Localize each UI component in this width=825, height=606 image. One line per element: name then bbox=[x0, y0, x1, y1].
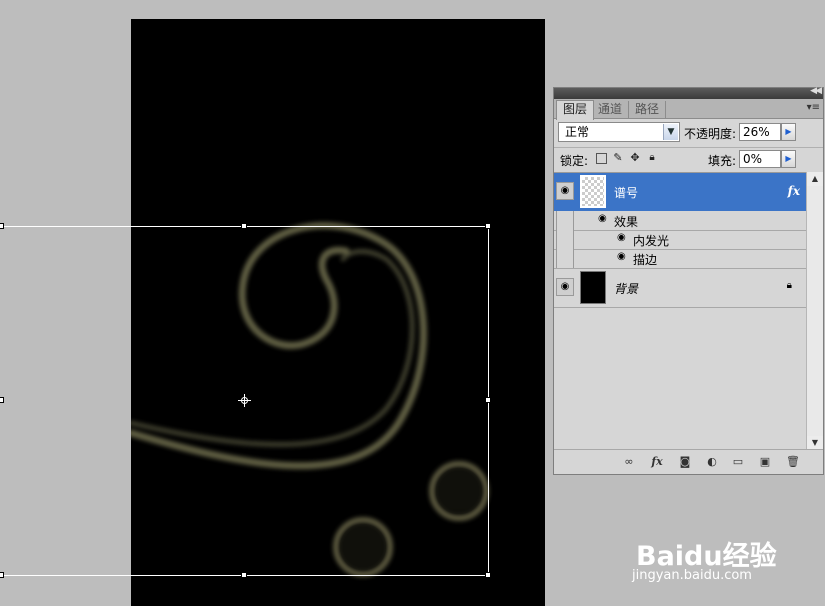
panel-divider bbox=[554, 147, 823, 148]
watermark-url: jingyan.baidu.com bbox=[632, 568, 752, 583]
opacity-label: 不透明度: bbox=[684, 127, 737, 141]
transform-handle-middle-left[interactable] bbox=[0, 397, 4, 403]
add-mask-icon[interactable]: ◙ bbox=[678, 455, 692, 468]
tab-paths[interactable]: 路径 bbox=[629, 101, 667, 118]
lock-image-pixels-icon[interactable]: ✎ bbox=[612, 152, 624, 164]
blend-row: 正常 ▼ 不透明度: 26% ▶ bbox=[558, 122, 820, 142]
fill-slider-arrow-icon[interactable]: ▶ bbox=[781, 150, 796, 168]
new-adjustment-layer-icon[interactable]: ◐ bbox=[705, 455, 719, 468]
bass-clef-artwork bbox=[131, 222, 489, 577]
lock-icon: 🔒︎ bbox=[786, 280, 792, 291]
transform-handle-bottom-left[interactable] bbox=[0, 572, 4, 578]
collapse-panel-icon[interactable]: ◀◀ bbox=[810, 86, 822, 96]
eye-slot bbox=[556, 230, 574, 249]
transform-handle-middle-right[interactable] bbox=[485, 397, 491, 403]
layers-panel: ◀◀ 图层 通道 路径 ▾≡ 正常 ▼ 不透明度: 26% ▶ 锁定: ✎ ✥ … bbox=[553, 86, 824, 475]
eye-icon[interactable]: ◉ bbox=[556, 182, 574, 200]
baidu-watermark-logo: Baidu经验 jingyan.baidu.com bbox=[630, 518, 820, 588]
effect-name: 描边 bbox=[633, 253, 658, 267]
clef-glow-group bbox=[131, 222, 489, 577]
eye-icon[interactable]: ◉ bbox=[556, 278, 574, 296]
effect-row-stroke[interactable]: ◉ 描边 bbox=[554, 249, 806, 269]
add-layer-style-icon[interactable]: fx bbox=[650, 455, 664, 468]
transform-handle-top-right[interactable] bbox=[485, 223, 491, 229]
new-layer-icon[interactable]: ▣ bbox=[758, 455, 772, 468]
new-group-icon[interactable]: ▭ bbox=[731, 455, 745, 468]
fx-icon[interactable]: fx bbox=[788, 184, 800, 198]
clef-dot-lower-fill bbox=[340, 524, 386, 570]
lock-transparent-pixels-icon[interactable] bbox=[596, 153, 607, 164]
layers-scrollbar[interactable]: ▲ ▼ bbox=[806, 172, 823, 450]
effect-name: 内发光 bbox=[633, 234, 670, 248]
tab-layers[interactable]: 图层 bbox=[556, 100, 595, 120]
layer-thumbnail bbox=[580, 271, 606, 304]
lock-label: 锁定: bbox=[560, 154, 589, 168]
transform-handle-top-center[interactable] bbox=[241, 223, 247, 229]
delete-layer-icon[interactable]: 🗑︎ bbox=[786, 455, 800, 468]
scroll-up-icon[interactable]: ▲ bbox=[807, 172, 823, 186]
eye-slot bbox=[556, 249, 574, 268]
layers-bottom-toolbar: ∞ fx ◙ ◐ ▭ ▣ 🗑︎ bbox=[554, 449, 823, 474]
clef-dot-upper-fill bbox=[436, 468, 482, 514]
transform-handle-bottom-center[interactable] bbox=[241, 572, 247, 578]
transform-pivot-icon[interactable] bbox=[238, 394, 251, 407]
fill-input[interactable]: 0% bbox=[739, 150, 781, 168]
clef-inner-stroke bbox=[131, 249, 415, 447]
layer-name[interactable]: 谱号 bbox=[614, 184, 638, 201]
panel-title-bar: ◀◀ bbox=[554, 86, 823, 99]
link-layers-icon[interactable]: ∞ bbox=[622, 455, 636, 468]
layers-list: ◉ 谱号 fx ◉ 效果 ◉ 内发光 ◉ 描边 ◉ 背景 🔒︎ bbox=[554, 172, 806, 451]
layer-row-background[interactable]: ◉ 背景 🔒︎ bbox=[554, 269, 806, 308]
effects-label: 效果 bbox=[614, 215, 639, 229]
fill-label: 填充: bbox=[708, 154, 737, 168]
chevron-down-icon[interactable]: ▼ bbox=[663, 124, 678, 140]
eye-slot bbox=[556, 211, 574, 230]
layer-row-clef[interactable]: ◉ 谱号 fx bbox=[554, 173, 806, 211]
eye-icon[interactable]: ◉ bbox=[617, 232, 626, 243]
clef-outer-stroke bbox=[131, 222, 427, 470]
scroll-down-icon[interactable]: ▼ bbox=[807, 436, 823, 450]
lock-row: 锁定: ✎ ✥ 🔒︎ 填充: 0% ▶ bbox=[558, 149, 820, 169]
document-canvas[interactable] bbox=[131, 19, 545, 606]
opacity-input[interactable]: 26% bbox=[739, 123, 781, 141]
blend-mode-select[interactable]: 正常 ▼ bbox=[558, 122, 680, 142]
layer-thumbnail bbox=[580, 175, 606, 208]
transform-handle-top-left[interactable] bbox=[0, 223, 4, 229]
panel-menu-icon[interactable]: ▾≡ bbox=[807, 102, 820, 113]
effects-row[interactable]: ◉ 效果 bbox=[554, 211, 806, 231]
blend-mode-value: 正常 bbox=[565, 125, 590, 139]
effect-row-inner-glow[interactable]: ◉ 内发光 bbox=[554, 230, 806, 250]
transform-handle-bottom-right[interactable] bbox=[485, 572, 491, 578]
panel-tab-bar: 图层 通道 路径 ▾≡ bbox=[554, 99, 823, 120]
opacity-slider-arrow-icon[interactable]: ▶ bbox=[781, 123, 796, 141]
eye-icon[interactable]: ◉ bbox=[617, 251, 626, 262]
lock-all-icon[interactable]: 🔒︎ bbox=[646, 152, 658, 164]
tab-channels[interactable]: 通道 bbox=[592, 101, 630, 118]
eye-icon[interactable]: ◉ bbox=[598, 213, 607, 224]
layer-name[interactable]: 背景 bbox=[614, 280, 638, 297]
lock-position-icon[interactable]: ✥ bbox=[629, 152, 641, 164]
